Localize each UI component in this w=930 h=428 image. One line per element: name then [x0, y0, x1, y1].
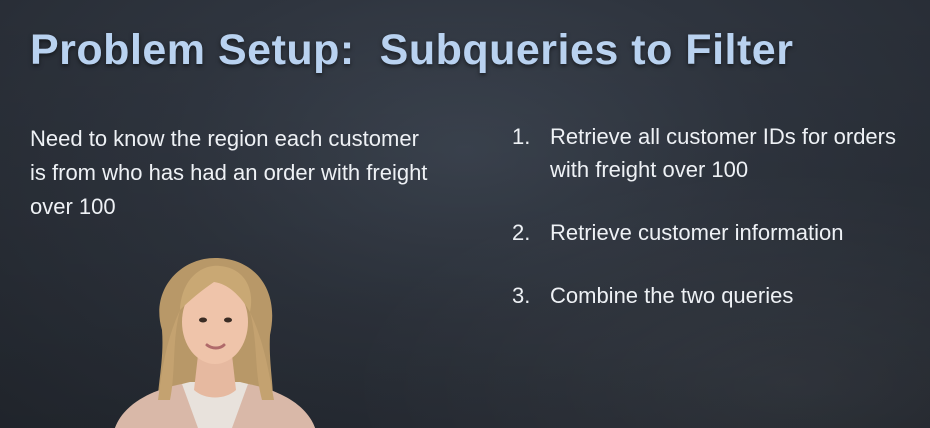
slide-title: Problem Setup: Subqueries to Filter [30, 26, 794, 74]
presenter-eye-right [224, 317, 232, 323]
step-item: 3. Combine the two queries [512, 279, 912, 312]
step-number: 2. [512, 220, 531, 245]
step-item: 1. Retrieve all customer IDs for orders … [512, 120, 912, 186]
step-number: 1. [512, 124, 531, 149]
step-text: Combine the two queries [550, 283, 794, 308]
presenter-video [115, 258, 315, 428]
step-text: Retrieve customer information [550, 220, 844, 245]
problem-description: Need to know the region each customer is… [30, 126, 428, 219]
step-item: 2. Retrieve customer information [512, 216, 912, 249]
steps-list: 1. Retrieve all customer IDs for orders … [512, 120, 912, 342]
step-text: Retrieve all customer IDs for orders wit… [550, 124, 896, 182]
presenter-eye-left [199, 317, 207, 323]
step-number: 3. [512, 283, 531, 308]
